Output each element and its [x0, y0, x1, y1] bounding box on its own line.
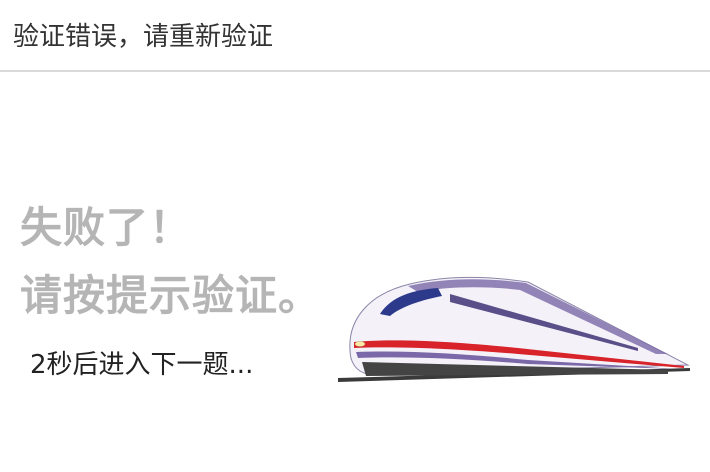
- train-illustration: [338, 276, 690, 382]
- failure-heading: 失败了！: [20, 203, 193, 252]
- next-question-countdown: 2秒后进入下一题...: [30, 350, 254, 380]
- failure-instruction: 请按提示验证。: [20, 271, 322, 320]
- verification-result-panel: 失败了！ 请按提示验证。 2秒后进入下一题...: [0, 72, 710, 472]
- header-bar: 验证错误，请重新验证: [0, 0, 710, 72]
- verification-error-title: 验证错误，请重新验证: [13, 22, 274, 52]
- train-headlight: [354, 341, 366, 347]
